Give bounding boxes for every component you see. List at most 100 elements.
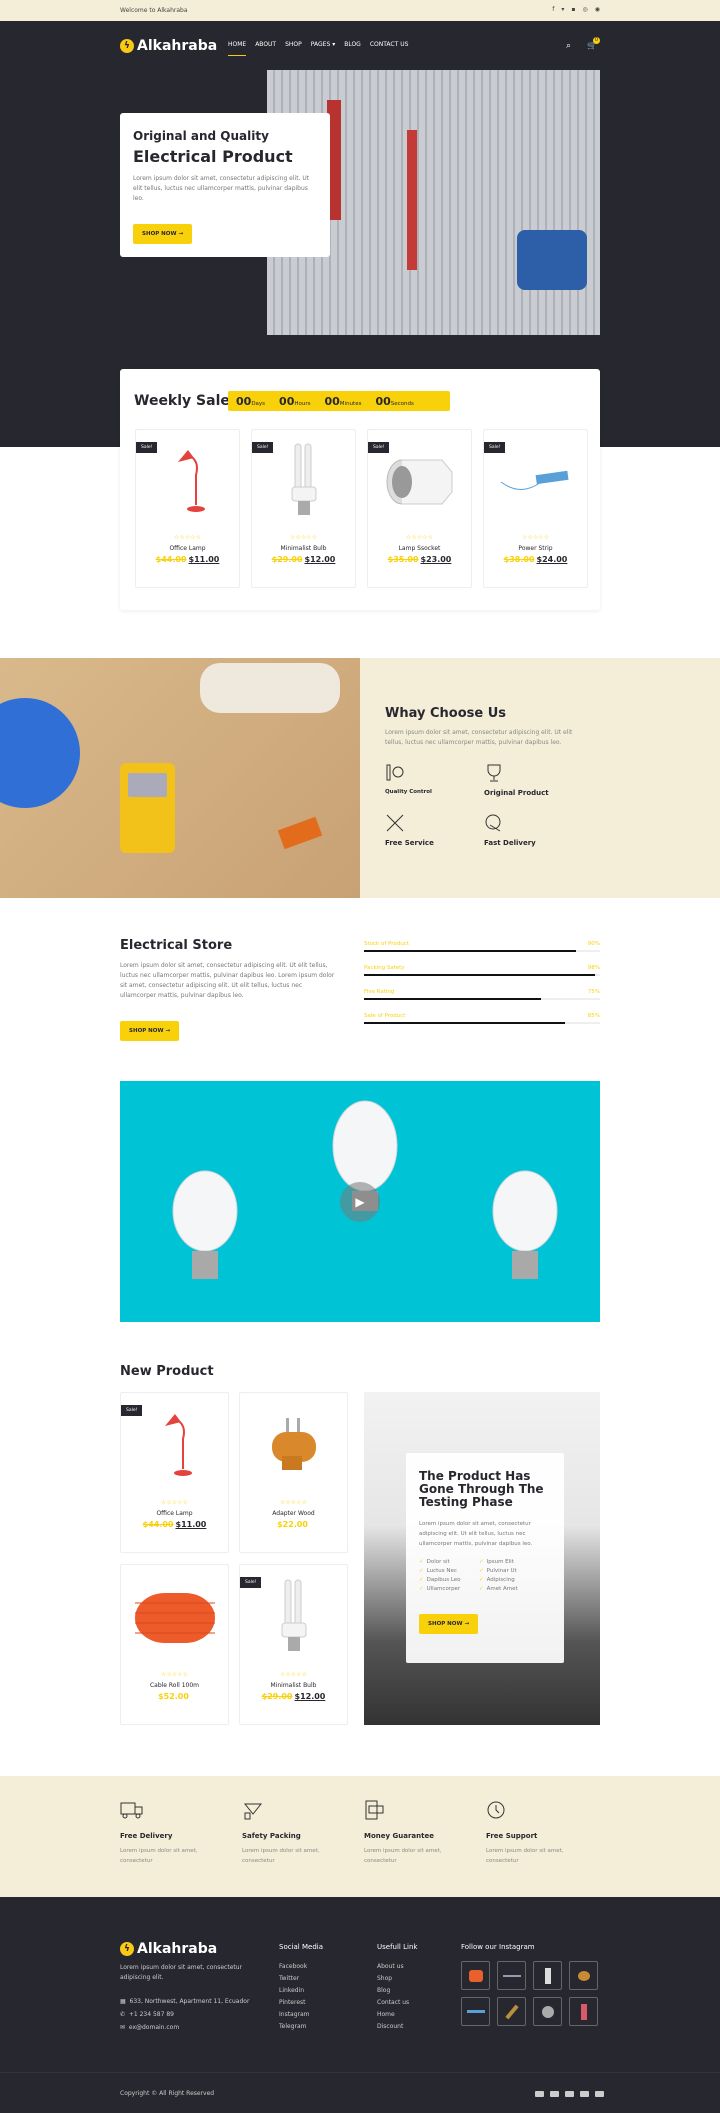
old-price: $38.00 xyxy=(503,555,535,564)
footer-link[interactable]: Shop xyxy=(377,1973,417,1985)
video-banner[interactable]: ▶ xyxy=(120,1081,600,1322)
check-icon: ✓ xyxy=(419,1586,424,1592)
check-icon: ✓ xyxy=(479,1586,484,1592)
product-card[interactable]: Sale! ☆☆☆☆☆ Office Lamp $44.00 $11.00 xyxy=(120,1392,229,1553)
product-name[interactable]: Adapter Wood xyxy=(240,1510,347,1517)
progress-percent: 98% xyxy=(587,965,600,971)
footer-email[interactable]: ✉ ex@domain.com xyxy=(120,2021,260,2034)
product-card[interactable]: Sale! ☆☆☆☆☆ Minimalist Bulb $29.00 $12.00 xyxy=(251,429,356,588)
product-name[interactable]: Lamp Ssocket xyxy=(368,545,471,552)
product-name[interactable]: Office Lamp xyxy=(121,1510,228,1517)
progress-percent: 85% xyxy=(587,1013,600,1019)
footer-link[interactable]: Contact us xyxy=(377,1997,417,2009)
sale-badge: Sale! xyxy=(121,1405,143,1416)
store-shop-now-button[interactable]: SHOP NOW → xyxy=(120,1021,180,1041)
copyright: Copyright © All Right Reserved xyxy=(120,2090,215,2097)
old-price: $44.00 xyxy=(155,555,187,564)
feature-free-service: Free Service xyxy=(385,813,434,847)
instagram-photo[interactable] xyxy=(569,1997,598,2026)
testing-promo: The Product Has Gone Through The Testing… xyxy=(364,1392,600,1725)
product-card[interactable]: Sale! ☆☆☆☆☆ Office Lamp $44.00 $11.00 xyxy=(135,429,240,588)
product-price: $44.00 $11.00 xyxy=(121,1520,228,1529)
footer-link[interactable]: Instagram xyxy=(279,2009,323,2021)
rating-stars: ☆☆☆☆☆ xyxy=(406,534,433,541)
arrow-right-icon: → xyxy=(165,1028,171,1034)
search-icon[interactable]: ⌕ xyxy=(566,41,571,51)
testing-card: The Product Has Gone Through The Testing… xyxy=(406,1453,564,1663)
footer-link[interactable]: About us xyxy=(377,1961,417,1973)
old-price: $44.00 xyxy=(142,1520,174,1529)
main-nav: HOME ABOUT SHOP PAGES ▾ BLOG CONTACT US xyxy=(228,41,408,56)
footer-link[interactable]: Facebook xyxy=(279,1961,323,1973)
nav-about[interactable]: ABOUT xyxy=(255,41,276,56)
product-name[interactable]: Minimalist Bulb xyxy=(240,1682,347,1689)
progress-label: Sale of Product xyxy=(364,1013,406,1019)
instagram-photo[interactable] xyxy=(569,1961,598,1990)
check-icon: ✓ xyxy=(479,1559,484,1565)
footer-link[interactable]: Telegram xyxy=(279,2021,323,2033)
footer-logo[interactable]: ϟ Alkahraba xyxy=(120,1941,260,1957)
product-name[interactable]: Minimalist Bulb xyxy=(252,545,355,552)
product-name[interactable]: Office Lamp xyxy=(136,545,239,552)
product-price: $52.00 xyxy=(121,1692,228,1701)
old-price: $29.00 xyxy=(261,1692,293,1701)
hero-shop-now-button[interactable]: SHOP NOW → xyxy=(133,224,193,244)
footer-link[interactable]: Pinterest xyxy=(279,1997,323,2009)
tools-icon xyxy=(386,814,404,832)
chevron-down-icon: ▾ xyxy=(332,41,336,48)
support-clock-icon xyxy=(487,1801,505,1819)
top-bar: Welcome to Alkahraba f ▾ ▪ ◎ ◉ xyxy=(0,0,720,21)
rating-stars: ☆☆☆☆☆ xyxy=(280,1499,307,1506)
instagram-photo[interactable] xyxy=(533,1961,562,1990)
product-card[interactable]: Sale! ☆☆☆☆☆ Power Strip $38.00 $24.00 xyxy=(483,429,588,588)
store-text: Lorem ipsum dolor sit amet, consectetur … xyxy=(120,962,335,999)
arrow-right-icon: → xyxy=(178,231,184,237)
product-card[interactable]: ☆☆☆☆☆ Cable Roll 100m $52.00 xyxy=(120,1564,229,1725)
discover-icon xyxy=(595,2091,604,2097)
instagram-photo[interactable] xyxy=(533,1997,562,2026)
dribbble-icon[interactable]: ◎ xyxy=(583,6,588,13)
hero-card: Original and Quality Electrical Product … xyxy=(120,113,330,257)
why-text: Lorem ipsum dolor sit amet, consectetur … xyxy=(385,729,573,746)
product-image[interactable] xyxy=(240,1393,347,1499)
nav-contact[interactable]: CONTACT US xyxy=(370,41,409,56)
footer-link[interactable]: Linkedin xyxy=(279,1985,323,1997)
instagram-photo[interactable] xyxy=(461,1961,490,1990)
rocket-icon xyxy=(485,814,501,832)
progress-label: Stock of Product xyxy=(364,941,409,947)
nav-home[interactable]: HOME xyxy=(228,41,247,56)
map-icon: ▦ xyxy=(120,1998,126,2005)
progress-track xyxy=(364,950,600,952)
footer-link[interactable]: Twitter xyxy=(279,1973,323,1985)
product-price: $44.00 $11.00 xyxy=(136,555,239,564)
footer-link[interactable]: Home xyxy=(377,2009,417,2021)
play-button[interactable]: ▶ xyxy=(340,1182,380,1222)
nav-pages[interactable]: PAGES ▾ xyxy=(311,41,335,56)
why-choose-us-section: Whay Choose Us Lorem ipsum dolor sit ame… xyxy=(360,658,720,898)
pinterest-icon[interactable]: ◉ xyxy=(595,6,600,13)
product-card[interactable]: Sale! ☆☆☆☆☆ Lamp Ssocket $35.00 $23.00 xyxy=(367,429,472,588)
facebook-icon[interactable]: f xyxy=(552,6,554,13)
youtube-icon[interactable]: ▪ xyxy=(571,6,575,13)
footer: ϟ Alkahraba Lorem ipsum dolor sit amet, c… xyxy=(0,1897,720,2113)
product-image[interactable] xyxy=(121,1565,228,1671)
instagram-photo[interactable] xyxy=(461,1997,490,2026)
nav-shop[interactable]: SHOP xyxy=(285,41,302,56)
product-name[interactable]: Cable Roll 100m xyxy=(121,1682,228,1689)
check-item: ✓ Dapibus Leo xyxy=(419,1577,461,1583)
twitter-icon[interactable]: ▾ xyxy=(561,6,564,13)
testing-shop-now-button[interactable]: SHOP NOW → xyxy=(419,1614,479,1634)
instagram-photo[interactable] xyxy=(497,1997,526,2026)
instagram-photo[interactable] xyxy=(497,1961,526,1990)
rating-stars: ☆☆☆☆☆ xyxy=(522,534,549,541)
current-price: $12.00 xyxy=(304,555,336,564)
logo[interactable]: ϟ Alkahraba xyxy=(120,38,217,54)
quality-control-icon xyxy=(386,764,404,781)
footer-link[interactable]: Blog xyxy=(377,1985,417,1997)
progress-bar: Stock of Product 90% xyxy=(364,941,600,952)
nav-blog[interactable]: BLOG xyxy=(344,41,361,56)
footer-link[interactable]: Discount xyxy=(377,2021,417,2033)
product-card[interactable]: Sale! ☆☆☆☆☆ Minimalist Bulb $29.00 $12.00 xyxy=(239,1564,348,1725)
product-name[interactable]: Power Strip xyxy=(484,545,587,552)
product-card[interactable]: ☆☆☆☆☆ Adapter Wood $22.00 xyxy=(239,1392,348,1553)
